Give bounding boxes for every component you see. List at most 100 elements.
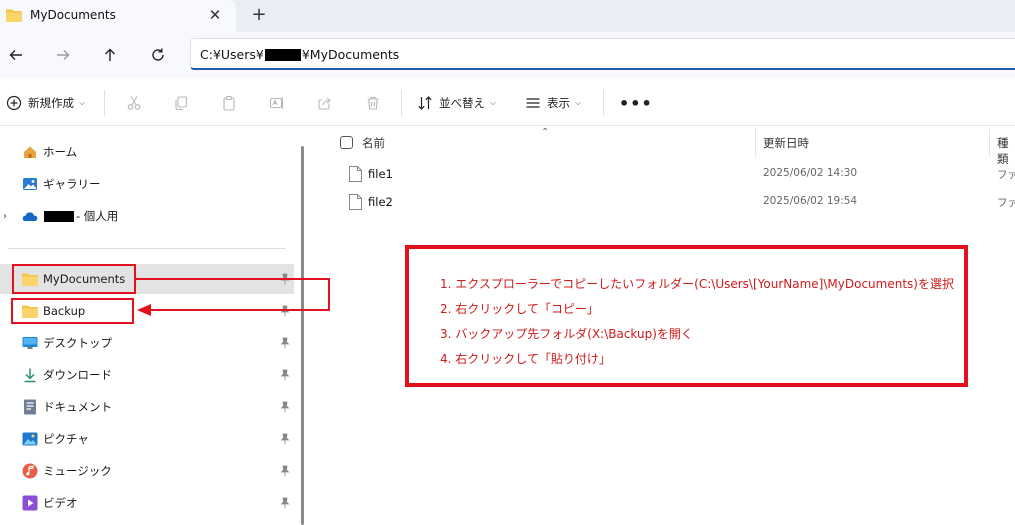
document-icon <box>22 399 38 415</box>
plus-circle-icon <box>6 95 22 111</box>
sidebar-item-downloads[interactable]: ダウンロード <box>0 360 294 390</box>
sidebar-item-pictures[interactable]: ピクチャ <box>0 424 294 454</box>
sidebar-item-label: - 個人用 <box>43 208 118 224</box>
copy-button[interactable] <box>172 94 190 112</box>
cloud-icon <box>22 208 38 224</box>
share-button[interactable] <box>316 94 334 112</box>
home-icon <box>22 144 38 160</box>
sort-icon <box>418 96 432 110</box>
sidebar-item-documents[interactable]: ドキュメント <box>0 392 294 422</box>
delete-button[interactable] <box>364 94 382 112</box>
pin-icon[interactable] <box>280 497 290 509</box>
new-button-label: 新規作成 <box>28 96 74 110</box>
pin-icon[interactable] <box>280 433 290 445</box>
navigation-bar: C:¥Users¥ ¥MyDocuments <box>0 32 1015 78</box>
file-icon <box>349 166 362 182</box>
arrow-up-icon <box>105 48 115 61</box>
toolbar-divider <box>401 90 402 116</box>
list-view-icon <box>526 98 540 108</box>
sidebar-item-onedrive[interactable]: › - 個人用 <box>0 201 294 231</box>
desktop-icon <box>22 335 38 351</box>
instruction-step-3: 3. バックアップ先フォルダ(X:\Backup)を開く <box>440 327 693 341</box>
copy-icon <box>175 96 188 111</box>
column-header-modified[interactable]: 更新日時 <box>763 135 809 151</box>
column-header-name[interactable]: 名前 <box>362 135 385 151</box>
table-row[interactable]: file2 2025/06/02 19:54 ファイル <box>312 189 1015 215</box>
pin-icon[interactable] <box>280 305 290 317</box>
sidebar-item-desktop[interactable]: デスクトップ <box>0 328 294 358</box>
sort-ascending-icon: ⌃ <box>541 127 550 138</box>
file-name: file2 <box>368 195 393 209</box>
toolbar-divider <box>104 90 105 116</box>
pin-icon[interactable] <box>280 337 290 349</box>
sidebar-item-music[interactable]: ミュージック <box>0 456 294 486</box>
address-prefix: C:¥Users¥ <box>200 47 264 62</box>
refresh-button[interactable] <box>147 44 169 66</box>
instruction-callout: 1. エクスプローラーでコピーしたいフォルダー(C:\Users\[YourNa… <box>405 245 968 387</box>
sidebar-item-label: デスクトップ <box>43 336 112 350</box>
more-options-icon[interactable]: ••• <box>619 94 653 113</box>
forward-button[interactable] <box>52 44 74 66</box>
sidebar-item-videos[interactable]: ビデオ <box>0 488 294 518</box>
address-bar[interactable]: C:¥Users¥ ¥MyDocuments <box>190 38 1015 70</box>
tab-mydocuments[interactable]: MyDocuments ✕ <box>0 0 236 32</box>
tab-bar: MyDocuments ✕ + <box>0 0 1015 32</box>
share-icon <box>318 97 331 110</box>
arrow-right-icon <box>57 50 70 60</box>
pin-icon[interactable] <box>280 465 290 477</box>
back-button[interactable] <box>5 44 27 66</box>
toolbar-divider <box>603 90 604 116</box>
close-tab-icon[interactable]: ✕ <box>206 6 224 24</box>
highlight-backup <box>11 298 134 324</box>
select-all-checkbox[interactable] <box>340 136 353 149</box>
file-icon <box>349 194 362 210</box>
clipboard-icon <box>223 95 235 111</box>
cut-button[interactable] <box>125 94 143 112</box>
view-button[interactable]: 表示 ⌵ <box>525 95 581 111</box>
sidebar-item-label: ミュージック <box>43 464 112 478</box>
paste-button[interactable] <box>220 94 238 112</box>
file-type: ファイル <box>997 169 1015 181</box>
sidebar-item-label: ビデオ <box>43 496 78 510</box>
chevron-down-icon: ⌵ <box>79 98 86 107</box>
pin-icon[interactable] <box>280 369 290 381</box>
highlight-mydocuments <box>12 264 136 294</box>
pin-icon[interactable] <box>280 401 290 413</box>
scissors-icon <box>127 96 141 110</box>
up-button[interactable] <box>99 44 121 66</box>
instruction-step-4: 4. 右クリックして「貼り付け」 <box>440 352 611 366</box>
gallery-icon <box>22 176 38 192</box>
sidebar-item-label: ダウンロード <box>43 368 112 382</box>
view-button-label: 表示 <box>547 96 570 110</box>
folder-icon <box>6 9 22 22</box>
rename-button[interactable] <box>268 94 286 112</box>
sidebar-item-home[interactable]: ホーム <box>0 137 294 167</box>
tab-title: MyDocuments <box>30 8 116 22</box>
file-modified: 2025/06/02 19:54 <box>763 195 858 207</box>
sidebar-scrollbar[interactable] <box>301 146 304 525</box>
sidebar-item-label: ドキュメント <box>43 400 112 414</box>
column-divider[interactable] <box>989 129 990 157</box>
navigation-pane: ホーム ギャラリー › - 個人用 MyDocuments Backup デスク… <box>0 127 300 525</box>
refresh-icon <box>152 48 164 61</box>
new-tab-button[interactable]: + <box>249 5 269 25</box>
sort-button[interactable]: 並べ替え ⌵ <box>417 95 496 111</box>
chevron-down-icon: ⌵ <box>575 98 582 107</box>
sidebar-item-label: ピクチャ <box>43 432 89 446</box>
instruction-step-2: 2. 右クリックして「コピー」 <box>440 302 599 316</box>
pictures-icon <box>22 431 38 447</box>
new-button[interactable]: 新規作成 ⌵ <box>6 95 85 111</box>
column-divider[interactable] <box>755 129 756 157</box>
instruction-step-1: 1. エクスプローラーでコピーしたいフォルダー(C:\Users\[YourNa… <box>440 277 954 291</box>
table-row[interactable]: file1 2025/06/02 14:30 ファイル <box>312 161 1015 187</box>
file-type: ファイル <box>997 197 1015 209</box>
download-icon <box>22 367 38 383</box>
address-suffix: ¥MyDocuments <box>301 47 400 62</box>
chevron-right-icon[interactable]: › <box>3 211 7 222</box>
sidebar-item-label: ホーム <box>43 145 78 159</box>
pin-icon[interactable] <box>280 273 290 285</box>
sort-button-label: 並べ替え <box>439 96 485 110</box>
sidebar-item-gallery[interactable]: ギャラリー <box>0 169 294 199</box>
file-name: file1 <box>368 167 393 181</box>
music-icon <box>22 463 38 479</box>
